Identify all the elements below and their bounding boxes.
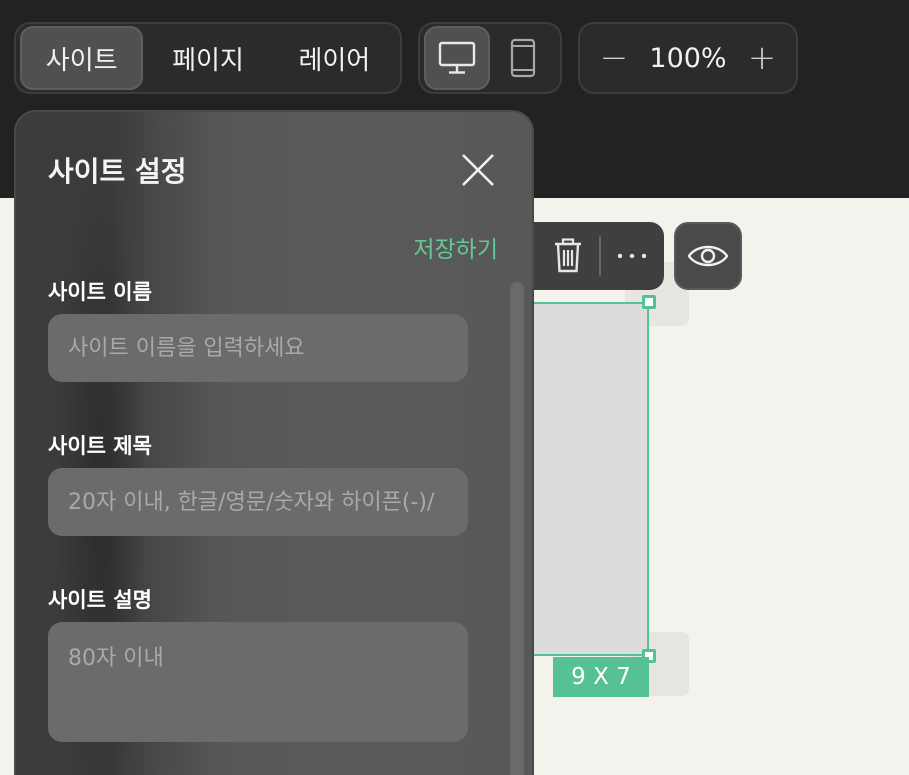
selected-element[interactable] xyxy=(534,302,649,656)
zoom-level: 100% xyxy=(649,42,727,74)
panel-title: 사이트 설정 xyxy=(48,155,187,188)
resize-handle-top-right[interactable] xyxy=(642,295,656,309)
mobile-icon xyxy=(510,38,536,78)
close-icon[interactable] xyxy=(460,152,496,188)
mobile-view-button[interactable] xyxy=(490,26,556,90)
zoom-out-button[interactable]: − xyxy=(594,38,634,78)
desktop-view-button[interactable] xyxy=(424,26,490,90)
panel-scrollbar[interactable] xyxy=(510,282,524,775)
size-badge: 9 X 7 xyxy=(553,657,649,697)
zoom-in-button[interactable]: + xyxy=(742,38,782,78)
tab-page[interactable]: 페이지 xyxy=(143,26,272,90)
preview-button[interactable] xyxy=(674,222,742,290)
site-title-input[interactable] xyxy=(48,468,468,536)
site-description-label: 사이트 설명 xyxy=(48,588,152,612)
site-title-label: 사이트 제목 xyxy=(48,434,152,458)
trash-icon xyxy=(554,238,581,273)
more-icon xyxy=(618,253,647,259)
tab-layer[interactable]: 레이어 xyxy=(273,26,396,90)
save-button[interactable]: 저장하기 xyxy=(413,230,498,264)
site-description-textarea[interactable] xyxy=(48,622,468,742)
desktop-icon xyxy=(438,41,476,74)
more-button[interactable] xyxy=(601,224,664,288)
tab-site[interactable]: 사이트 xyxy=(20,26,144,90)
zoom-control: − 100% + xyxy=(578,22,798,94)
site-settings-panel: 사이트 설정 저장하기 사이트 이름 사이트 제목 사이트 설명 xyxy=(14,110,534,775)
eye-icon xyxy=(687,245,729,267)
panel-tabs: 사이트 페이지 레이어 xyxy=(14,22,402,94)
delete-button[interactable] xyxy=(536,224,599,288)
site-name-input[interactable] xyxy=(48,314,468,382)
site-name-label: 사이트 이름 xyxy=(48,280,152,304)
device-switcher xyxy=(418,22,562,94)
